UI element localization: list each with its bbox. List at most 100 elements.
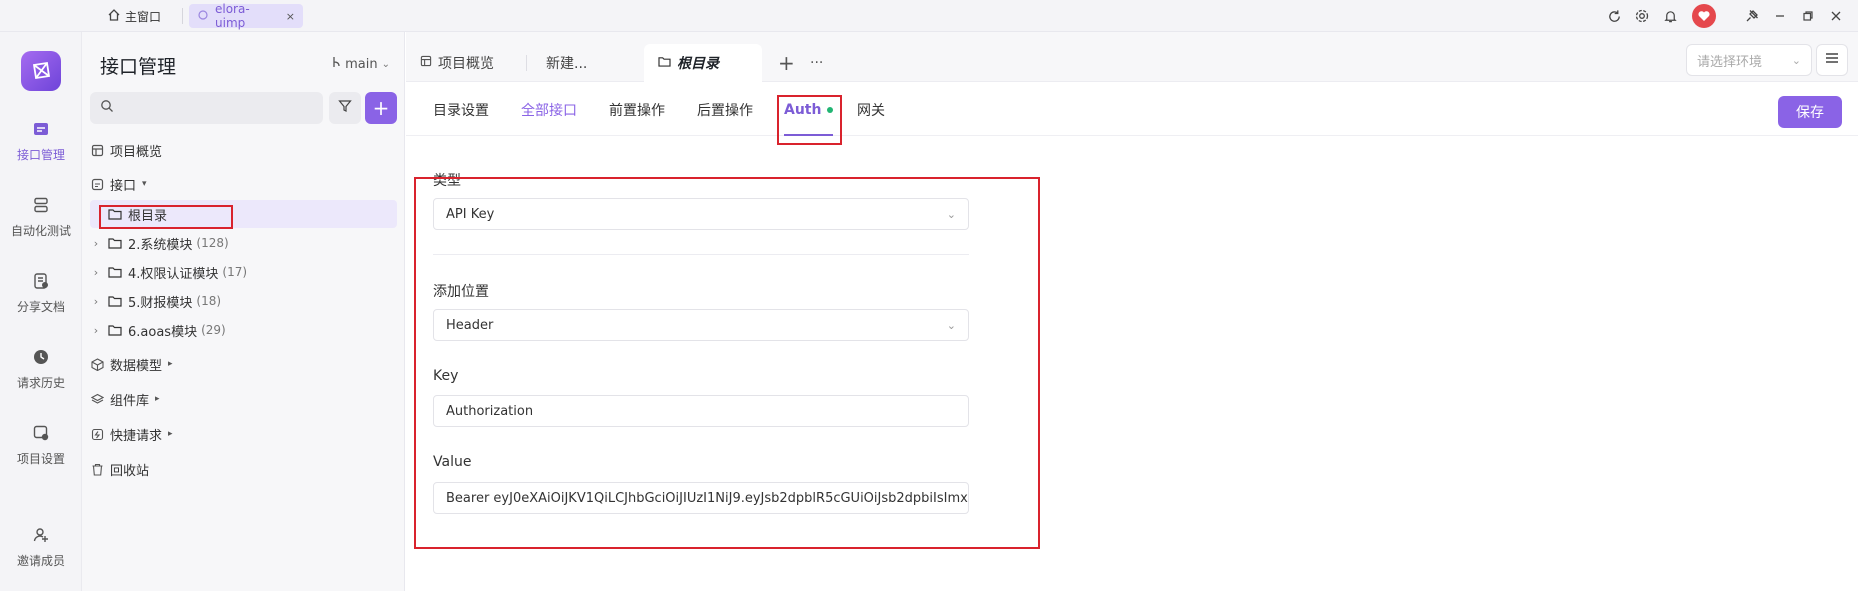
key-value: Authorization <box>446 403 534 419</box>
title-bar: 主窗口 elora-uimp × <box>0 0 1858 32</box>
chevron-down-icon: ⌄ <box>381 58 390 70</box>
auth-type-select[interactable]: API Key ⌄ <box>433 198 969 230</box>
value-input[interactable]: Bearer eyJ0eXAiOiJKV1QiLCJhbGciOiJIUzI1N… <box>433 482 969 514</box>
rail-item-automation[interactable]: 自动化测试 <box>0 194 82 254</box>
caret-down-icon[interactable]: ▾ <box>142 179 147 189</box>
save-button[interactable]: 保存 <box>1778 96 1842 128</box>
close-tab-button[interactable]: × <box>286 10 295 23</box>
branch-icon <box>331 56 341 72</box>
type-label: 类型 <box>433 173 461 189</box>
invite-member-icon <box>30 524 52 546</box>
auth-type-value: API Key <box>446 206 495 222</box>
folder-icon <box>108 323 122 337</box>
chevron-right-icon[interactable]: › <box>90 324 102 337</box>
settings-gear-icon[interactable] <box>1628 0 1656 32</box>
value-label: Value <box>433 454 472 470</box>
rail-item-share-doc[interactable]: 分享文档 <box>0 270 82 330</box>
rail-item-history[interactable]: 请求历史 <box>0 346 82 406</box>
restore-icon[interactable] <box>1794 0 1822 32</box>
folder-icon <box>108 207 122 221</box>
subtab-post-operations[interactable]: 后置操作 <box>697 84 753 136</box>
tree-item-count: (18) <box>196 294 222 308</box>
caret-right-icon[interactable]: ▸ <box>155 394 160 404</box>
subtab-pre-operations[interactable]: 前置操作 <box>609 84 665 136</box>
quick-request-icon <box>90 427 104 441</box>
plus-icon: + <box>372 96 390 120</box>
filter-button[interactable] <box>329 92 361 124</box>
overview-icon <box>90 143 104 157</box>
refresh-icon[interactable] <box>1600 0 1628 32</box>
caret-right-icon[interactable]: ▸ <box>168 429 173 439</box>
branch-selector[interactable]: main ⌄ <box>331 56 390 72</box>
minimize-icon[interactable] <box>1766 0 1794 32</box>
tree-item-folder[interactable]: › 4.权限认证模块 (17) <box>90 258 397 286</box>
tab-divider <box>526 55 527 71</box>
close-icon[interactable] <box>1822 0 1850 32</box>
project-tab-label: elora-uimp <box>215 2 250 30</box>
pin-icon[interactable] <box>1738 0 1766 32</box>
chevron-down-icon: ⌄ <box>946 207 956 221</box>
rail-item-project-settings[interactable]: 项目设置 <box>0 422 82 482</box>
tab-label: 根目录 <box>677 56 719 72</box>
chevron-down-icon: ⌄ <box>1791 53 1801 67</box>
form-divider <box>433 254 969 255</box>
tree-item-folder[interactable]: › 5.财报模块 (18) <box>90 287 397 315</box>
folder-icon <box>108 265 122 279</box>
folder-settings-tabs: 目录设置 全部接口 前置操作 后置操作 Auth 网关 <box>406 84 1858 136</box>
add-button[interactable]: + <box>365 92 397 124</box>
tree-item-label: 数据模型 <box>110 358 163 374</box>
search-input[interactable] <box>90 92 323 124</box>
folder-icon <box>108 236 122 250</box>
add-position-value: Header <box>446 317 494 333</box>
tree-item-count: (29) <box>201 323 226 337</box>
tree-item-label: 2.系统模块 <box>128 237 193 253</box>
hamburger-icon <box>1825 52 1839 68</box>
chevron-right-icon[interactable]: › <box>90 237 102 250</box>
link-icon <box>197 9 209 24</box>
rail-label: 请求历史 <box>16 376 65 390</box>
tree-item-data-model[interactable]: 数据模型 ▸ <box>90 350 397 378</box>
menu-button[interactable] <box>1816 44 1848 76</box>
project-settings-icon <box>30 422 52 444</box>
add-position-select[interactable]: Header ⌄ <box>433 309 969 341</box>
tab-project-overview[interactable]: 项目概览 <box>406 44 508 82</box>
key-input[interactable]: Authorization <box>433 395 969 427</box>
rail-label: 邀请成员 <box>16 554 65 568</box>
chevron-right-icon[interactable]: › <box>90 295 102 308</box>
sidebar-title: 接口管理 <box>100 56 177 78</box>
tree-item-quick-request[interactable]: 快捷请求 ▸ <box>90 420 397 448</box>
tree-item-folder[interactable]: › 6.aoas模块 (29) <box>90 316 397 344</box>
home-tab[interactable]: 主窗口 <box>107 6 161 26</box>
subtab-gateway[interactable]: 网关 <box>857 84 885 136</box>
subtab-all-apis[interactable]: 全部接口 <box>521 84 577 136</box>
tree-item-components[interactable]: 组件库 ▸ <box>90 385 397 413</box>
tree-item-overview[interactable]: 项目概览 <box>90 136 397 164</box>
environment-select[interactable]: 请选择环境 ⌄ <box>1686 44 1812 76</box>
tree-item-folder[interactable]: › 2.系统模块 (128) <box>90 229 397 257</box>
search-icon <box>100 99 114 117</box>
more-tabs-button[interactable]: ··· <box>796 44 837 82</box>
subtab-auth[interactable]: Auth <box>784 84 834 136</box>
tree-item-trash[interactable]: 回收站 <box>90 455 397 483</box>
bell-icon[interactable] <box>1656 0 1684 32</box>
filter-icon <box>338 99 352 117</box>
titlebar-divider <box>182 8 183 24</box>
rail-item-invite-member[interactable]: 邀请成员 <box>0 524 82 584</box>
tab-new[interactable]: 新建... <box>532 44 601 82</box>
avatar[interactable] <box>1692 4 1716 28</box>
tree-item-label: 组件库 <box>110 393 150 409</box>
cube-icon <box>90 357 104 371</box>
project-tab[interactable]: elora-uimp × <box>189 2 303 30</box>
rail-label: 分享文档 <box>16 300 65 314</box>
rail-item-api-management[interactable]: 接口管理 <box>0 118 82 178</box>
api-icon <box>90 177 104 191</box>
tab-root-folder[interactable]: 根目录 <box>644 44 762 82</box>
chevron-right-icon[interactable]: › <box>90 266 102 279</box>
tree-item-label: 5.财报模块 <box>128 295 193 311</box>
key-label: Key <box>433 368 459 384</box>
caret-right-icon[interactable]: ▸ <box>168 359 173 369</box>
subtab-directory-settings[interactable]: 目录设置 <box>433 84 489 136</box>
tree-item-label: 4.权限认证模块 <box>128 266 219 282</box>
tree-item-api[interactable]: 接口 ▾ <box>90 170 397 198</box>
tree-item-root-folder[interactable]: 根目录 <box>90 200 397 228</box>
